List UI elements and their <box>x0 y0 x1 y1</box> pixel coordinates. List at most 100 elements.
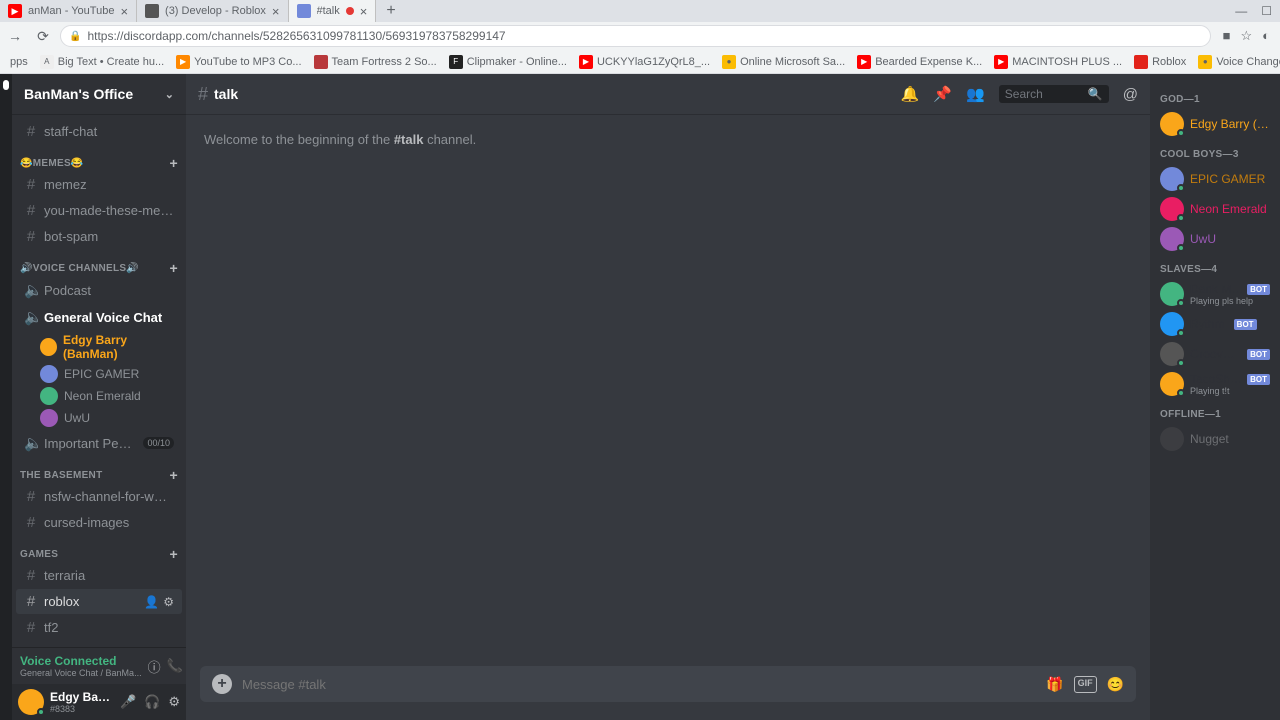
online-status-icon <box>1177 299 1185 307</box>
search-input[interactable]: Search 🔍 <box>999 85 1109 103</box>
url-text: https://discordapp.com/channels/52826563… <box>87 29 505 43</box>
new-tab-button[interactable]: + <box>376 2 405 20</box>
member[interactable]: RythmBOT <box>1154 309 1276 339</box>
channel-nsfw[interactable]: #nsfw-channel-for-weird-p... <box>16 484 182 509</box>
channel-bot-spam[interactable]: #bot-spam <box>16 224 182 249</box>
lock-icon: 🔒 <box>69 31 81 42</box>
close-icon[interactable]: × <box>272 4 280 19</box>
bookmark[interactable]: pps <box>6 54 32 70</box>
category-games[interactable]: GAMES + <box>12 536 186 562</box>
avatar <box>1160 342 1184 366</box>
deafen-icon[interactable]: 🎧 <box>144 694 160 710</box>
vc-user[interactable]: UwU <box>12 407 186 429</box>
channel-tf2[interactable]: #tf2 <box>16 615 182 640</box>
forward-icon[interactable]: → <box>4 28 26 44</box>
hash-icon: # <box>24 645 38 647</box>
close-icon[interactable]: × <box>360 4 368 19</box>
mute-icon[interactable]: 🎤 <box>120 694 136 710</box>
avatar <box>1160 112 1184 136</box>
bookmark[interactable]: Roblox <box>1130 53 1190 71</box>
tab-youtube[interactable]: ▶ anMan - YouTube × <box>0 0 137 22</box>
bookmark[interactable]: ●Online Microsoft Sa... <box>718 53 849 71</box>
hash-icon: # <box>24 228 38 245</box>
voice-general[interactable]: 🔈General Voice Chat <box>16 304 182 330</box>
minimize-button[interactable]: — <box>1235 4 1247 18</box>
bookmark[interactable]: ▶MACINTOSH PLUS ... <box>990 53 1126 71</box>
limit-badge: 00/10 <box>143 437 174 449</box>
channel-staff-chat[interactable]: # staff-chat <box>16 119 182 144</box>
category-memes[interactable]: 😂MEMES😂 + <box>12 145 186 171</box>
notifications-icon[interactable]: 🔔 <box>901 85 920 103</box>
address-bar[interactable]: 🔒 https://discordapp.com/channels/528265… <box>60 25 1211 47</box>
reload-icon[interactable]: ⟳ <box>32 28 54 45</box>
member[interactable]: Neon Emerald <box>1154 194 1276 224</box>
bookmark[interactable]: ●Voice Changer - On... <box>1194 53 1280 71</box>
voice-podcast[interactable]: 🔈Podcast <box>16 277 182 303</box>
close-icon[interactable]: × <box>120 4 128 19</box>
bookmark[interactable]: FClipmaker - Online... <box>445 53 571 71</box>
speaker-icon: 🔈 <box>24 434 38 452</box>
channel-smash[interactable]: #smash <box>16 641 182 647</box>
channel-roblox[interactable]: # roblox 👤⚙ <box>16 589 182 614</box>
member[interactable]: Edgy Barry (BanMa <box>1154 109 1276 139</box>
voice-important[interactable]: 🔈Important People C...00/10 <box>16 430 182 456</box>
online-status-icon <box>1177 129 1185 137</box>
tab-roblox[interactable]: (3) Develop - Roblox × <box>137 0 288 22</box>
member-list: GOD—1 Edgy Barry (BanMa COOL BOYS—3 EPIC… <box>1150 74 1280 720</box>
vc-user[interactable]: Neon Emerald <box>12 385 186 407</box>
avatar <box>1160 167 1184 191</box>
emoji-icon[interactable]: 😊 <box>1107 676 1124 693</box>
bookmark-star-icon[interactable]: ☆ <box>1240 28 1252 44</box>
avatar <box>40 365 58 383</box>
bookmark[interactable]: ▶UCKYYlaG1ZyQrL8_... <box>575 53 714 71</box>
add-channel-icon[interactable]: + <box>170 546 178 562</box>
camera-icon[interactable]: ■ <box>1223 28 1231 44</box>
channel-terraria[interactable]: #terraria <box>16 563 182 588</box>
channel-you-made-these[interactable]: #you-made-these-memes-... <box>16 198 182 223</box>
avatar <box>1160 312 1184 336</box>
settings-icon[interactable]: ⚙ <box>168 694 180 710</box>
bookmark[interactable]: ▶Bearded Expense K... <box>853 53 986 71</box>
online-status-icon <box>1177 244 1185 252</box>
add-channel-icon[interactable]: + <box>170 260 178 276</box>
gear-icon[interactable]: ⚙ <box>163 595 174 609</box>
vc-user[interactable]: EPIC GAMER <box>12 363 186 385</box>
attach-button[interactable]: + <box>212 674 232 694</box>
avatar[interactable] <box>18 689 44 715</box>
avatar <box>1160 427 1184 451</box>
server-header[interactable]: BanMan's Office ⌄ <box>12 74 186 114</box>
channel-memez[interactable]: #memez <box>16 172 182 197</box>
channel-list: # staff-chat 😂MEMES😂 + #memez #you-made-… <box>12 114 186 647</box>
member[interactable]: Groovy_botBOT <box>1154 339 1276 369</box>
bookmark[interactable]: ABig Text • Create hu... <box>36 53 168 71</box>
info-icon[interactable]: ⓘ <box>148 657 161 676</box>
bot-tag: BOT <box>1247 284 1270 295</box>
channel-cursed[interactable]: #cursed-images <box>16 510 182 535</box>
mentions-icon[interactable]: @ <box>1123 86 1138 103</box>
pinned-icon[interactable]: 📌 <box>933 85 952 103</box>
members-icon[interactable]: 👥 <box>966 85 985 103</box>
disconnect-icon[interactable]: 📞 <box>167 658 183 674</box>
category-voice[interactable]: 🔊VOICE CHANNELS🔊 + <box>12 250 186 276</box>
add-channel-icon[interactable]: + <box>170 155 178 171</box>
add-channel-icon[interactable]: + <box>170 467 178 483</box>
bot-tag: BOT <box>1234 319 1257 330</box>
bookmark[interactable]: ▶YouTube to MP3 Co... <box>172 53 305 71</box>
gift-icon[interactable]: 🎁 <box>1046 676 1063 693</box>
bookmark[interactable]: Team Fortress 2 So... <box>310 53 441 71</box>
member[interactable]: Nugget <box>1154 424 1276 454</box>
member[interactable]: EPIC GAMER <box>1154 164 1276 194</box>
search-icon: 🔍 <box>1088 87 1103 101</box>
member[interactable]: UwU <box>1154 224 1276 254</box>
tab-discord[interactable]: #talk × <box>289 0 377 22</box>
vc-user[interactable]: Edgy Barry (BanMan) <box>12 331 186 363</box>
message-input[interactable] <box>242 677 1036 692</box>
category-basement[interactable]: THE BASEMENT + <box>12 457 186 483</box>
member[interactable]: Dank MemerBOTPlaying pls help <box>1154 279 1276 309</box>
member[interactable]: TacoShackBOTPlaying t!t <box>1154 369 1276 399</box>
profile-icon[interactable]: ◐ <box>1262 28 1270 44</box>
gif-icon[interactable]: GIF <box>1074 676 1097 693</box>
hash-icon: # <box>24 567 38 584</box>
maximize-button[interactable]: ☐ <box>1261 4 1272 18</box>
invite-icon[interactable]: 👤 <box>144 595 159 609</box>
